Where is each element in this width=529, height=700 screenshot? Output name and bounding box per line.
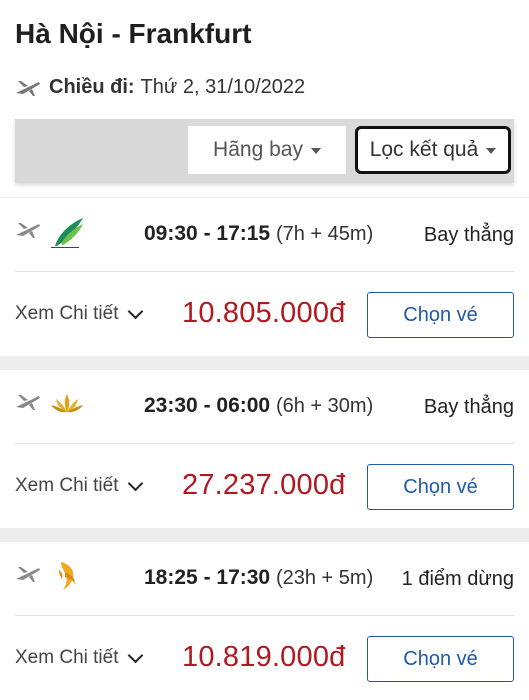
arrive-time: 17:30	[216, 566, 271, 589]
choose-ticket-button[interactable]: Chọn vé	[367, 464, 514, 510]
departure-info: Chiều đi: Thứ 2, 31/10/2022	[15, 76, 305, 99]
result-filter-label: Lọc kết quả	[369, 138, 479, 161]
time-separator: -	[203, 222, 211, 245]
departure-date: Thứ 2, 31/10/2022	[140, 76, 306, 98]
view-details-toggle[interactable]: Xem Chi tiết	[15, 303, 144, 325]
flight-times: 09:30 - 17:15 (7h + 45m)	[144, 222, 373, 246]
chevron-down-icon	[128, 303, 144, 319]
result-filter-dropdown[interactable]: Lọc kết quả	[355, 126, 511, 174]
caret-down-icon	[310, 148, 321, 154]
depart-time: 23:30	[144, 394, 198, 417]
flight-times: 18:25 - 17:30 (23h + 5m)	[144, 566, 373, 590]
chevron-down-icon	[128, 475, 144, 491]
view-details-label: Xem Chi tiết	[15, 475, 119, 496]
bamboo-airways-logo	[51, 218, 83, 248]
airline-filter-label: Hãng bay	[213, 138, 303, 161]
departure-label: Chiều đi:	[49, 76, 135, 98]
flight-card: 23:30 - 06:00 (6h + 30m) Bay thẳng Xem C…	[0, 370, 529, 528]
flight-times: 23:30 - 06:00 (6h + 30m)	[144, 394, 373, 418]
time-separator: -	[203, 566, 211, 589]
arrive-time: 17:15	[216, 222, 271, 245]
depart-time: 09:30	[144, 222, 198, 245]
plane-icon	[16, 80, 40, 96]
choose-ticket-button[interactable]: Chọn vé	[367, 636, 514, 682]
flight-price: 10.819.000đ	[182, 641, 346, 673]
flight-card: 09:30 - 17:15 (7h + 45m) Bay thẳng Xem C…	[0, 198, 529, 356]
choose-ticket-button[interactable]: Chọn vé	[367, 292, 514, 338]
route-title: Hà Nội - Frankfurt	[15, 18, 252, 49]
card-divider	[15, 443, 514, 444]
singapore-airlines-logo	[59, 562, 75, 590]
flight-duration: (6h + 30m)	[275, 395, 374, 417]
plane-icon	[16, 223, 40, 238]
flight-price: 27.237.000đ	[182, 469, 346, 501]
depart-time: 18:25	[144, 566, 198, 589]
view-details-label: Xem Chi tiết	[15, 647, 119, 668]
airline-filter-dropdown[interactable]: Hãng bay	[188, 126, 346, 174]
card-divider	[15, 271, 514, 272]
plane-icon	[16, 567, 40, 582]
vietnam-airlines-logo	[51, 394, 83, 413]
arrive-time: 06:00	[216, 394, 271, 417]
flight-stops: Bay thẳng	[423, 396, 514, 418]
flight-stops: 1 điểm dừng	[401, 568, 514, 590]
filter-bar: Hãng bay Lọc kết quả	[15, 119, 514, 183]
plane-icon	[16, 395, 40, 410]
flight-duration: (7h + 45m)	[275, 223, 374, 245]
view-details-toggle[interactable]: Xem Chi tiết	[15, 647, 144, 669]
caret-down-icon	[486, 148, 497, 154]
time-separator: -	[203, 394, 211, 417]
flight-card: 18:25 - 17:30 (23h + 5m) 1 điểm dừng Xem…	[0, 542, 529, 700]
view-details-label: Xem Chi tiết	[15, 303, 119, 324]
search-header: Hà Nội - Frankfurt Chiều đi: Thứ 2, 31/1…	[0, 0, 529, 197]
flight-price: 10.805.000đ	[182, 297, 346, 329]
view-details-toggle[interactable]: Xem Chi tiết	[15, 475, 144, 497]
chevron-down-icon	[128, 647, 144, 663]
flight-duration: (23h + 5m)	[275, 567, 374, 589]
card-divider	[15, 615, 514, 616]
flight-stops: Bay thẳng	[423, 224, 514, 246]
